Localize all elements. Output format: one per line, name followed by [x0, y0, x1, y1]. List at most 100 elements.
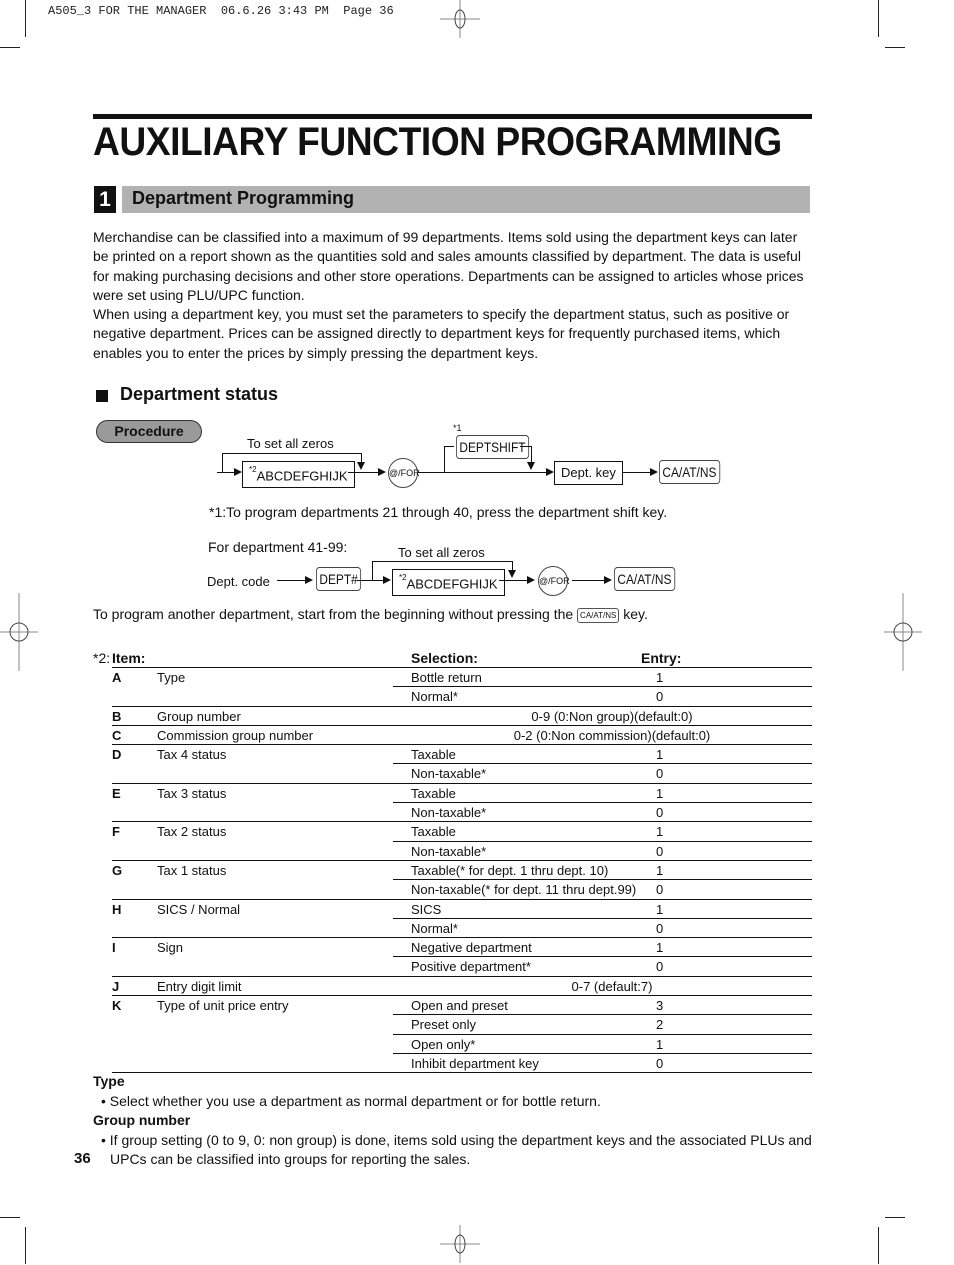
selection-cell: Taxable	[411, 824, 456, 840]
entry-cell: 0	[656, 766, 664, 782]
arrow-icon	[357, 462, 365, 470]
header-item: Item:	[112, 650, 146, 666]
table-group: C Commission group number 0-2 (0:Non commi…	[112, 726, 812, 746]
flow-line	[217, 472, 234, 473]
intro-paragraph: When using a department key, you must se…	[93, 306, 790, 361]
arrow-icon	[527, 576, 535, 584]
intro-text: Merchandise can be classified into a max…	[93, 228, 813, 363]
entry-cell: 0	[656, 805, 664, 821]
flow-line	[444, 446, 445, 473]
entry-cell: 0	[656, 920, 664, 936]
footnote-ref: *1	[453, 423, 462, 433]
entry-cell: 1	[656, 940, 664, 956]
item-letter: E	[112, 785, 121, 801]
arrow-icon	[305, 576, 313, 584]
title-rule	[93, 114, 812, 119]
parameters-box: *2ABCDEFGHIJK	[242, 461, 355, 489]
parameters-box: *2ABCDEFGHIJK	[392, 569, 505, 597]
flow-line	[622, 472, 650, 473]
registration-mark-icon	[440, 1225, 480, 1263]
table-group: G Tax 1 status Taxable(* for dept. 1 thru …	[112, 861, 812, 900]
selection-cell: Bottle return	[411, 670, 482, 685]
zeros-label: To set all zeros	[247, 436, 334, 451]
selection-cell: SICS	[411, 901, 442, 917]
entry-range-cell: 0-2 (0:Non commission)(default:0)	[513, 727, 711, 743]
selection-cell: Taxable(* for dept. 1 thru dept. 10)	[411, 862, 609, 878]
diagram2-heading: For department 41-99:	[208, 539, 348, 555]
entry-cell: 0	[656, 882, 664, 898]
table-group: D Tax 4 status Taxable 1 Non-taxable* 0	[112, 745, 812, 784]
dept-number-key: DEPT#	[316, 567, 362, 591]
repeat-note: To program another department, start fro…	[93, 606, 648, 623]
zeros-label: To set all zeros	[398, 545, 485, 560]
flow-line	[222, 453, 223, 473]
arrow-icon	[650, 468, 658, 476]
flow-line	[372, 561, 373, 581]
table-row: Non-taxable* 0	[393, 764, 812, 782]
arrow-icon	[508, 570, 516, 578]
page-number: 36	[74, 1150, 91, 1167]
table-row: Positive department* 0	[393, 957, 812, 975]
note-heading: Type	[93, 1073, 125, 1089]
registration-mark-icon	[884, 593, 922, 671]
entry-cell: 2	[656, 1017, 664, 1033]
arrow-icon	[383, 576, 391, 584]
section-title: Department Programming	[132, 188, 355, 208]
item-name: SICS / Normal	[157, 901, 241, 917]
table-row: 0-7 (default:7)	[112, 977, 812, 995]
table-row: 0-9 (0:Non group)(default:0)	[112, 707, 812, 725]
ca-at-ns-key-inline: CA/AT/NS	[577, 607, 620, 623]
flow-line	[372, 561, 513, 562]
flow-line	[572, 580, 604, 581]
item-letter: A	[112, 670, 122, 685]
entry-cell: 0	[656, 689, 664, 705]
section-number: 1	[94, 186, 116, 213]
page-title: AUXILIARY FUNCTION PROGRAMMING	[93, 120, 782, 164]
entry-range-cell: 0-7 (default:7)	[571, 978, 653, 994]
entry-cell: 1	[656, 862, 664, 878]
item-name: Type	[157, 670, 186, 685]
entry-cell: 1	[656, 747, 664, 763]
selection-cell: Normal*	[411, 689, 458, 705]
flow-line	[348, 472, 378, 473]
table-group: J Entry digit limit 0-7 (default:7)	[112, 977, 812, 997]
selection-cell: Non-taxable*	[411, 766, 487, 782]
table-row: Inhibit department key 0	[393, 1054, 812, 1072]
crop-mark	[25, 1227, 26, 1264]
selection-cell: Non-taxable(* for dept. 11 thru dept.99)	[411, 882, 637, 898]
table-group: A Type Bottle return 1 Normal* 0	[112, 668, 812, 707]
entry-cell: 1	[656, 670, 664, 685]
selection-cell: Normal*	[411, 920, 458, 936]
note-heading: Group number	[93, 1112, 191, 1128]
table-group: E Tax 3 status Taxable 1 Non-taxable* 0	[112, 784, 812, 823]
entry-cell: 1	[656, 901, 664, 917]
crop-mark	[878, 1227, 879, 1264]
selection-cell: Taxable	[411, 747, 456, 763]
table-row: Bottle return 1	[393, 668, 812, 688]
ca-at-ns-key: CA/AT/NS	[614, 567, 675, 591]
item-name: Sign	[157, 940, 184, 956]
table-row: Taxable 1	[393, 745, 812, 765]
flow-line	[222, 453, 362, 454]
item-letter: F	[112, 824, 120, 840]
entry-cell: 0	[656, 1055, 664, 1071]
table-body: A Type Bottle return 1 Normal* 0 B Group number…	[93, 668, 812, 1074]
department-status-table: *2: Item: Selection: Entry: A Type Bottle …	[93, 650, 812, 1074]
square-bullet-icon	[96, 390, 108, 402]
flow-line	[357, 580, 383, 581]
selection-cell: Inhibit department key	[411, 1055, 539, 1071]
footnote-ref: *2	[249, 465, 257, 474]
entry-cell: 1	[656, 824, 664, 840]
table-group: I Sign Negative department 1 Positive depart…	[112, 938, 812, 977]
crop-mark	[878, 0, 879, 37]
table-row: Negative department 1	[393, 938, 812, 958]
selection-cell: Non-taxable*	[411, 843, 487, 859]
footnote-ref: *2	[399, 573, 407, 582]
entry-cell: 1	[656, 1036, 664, 1052]
table-row: Open only* 1	[393, 1035, 812, 1054]
registration-mark-icon	[440, 0, 480, 38]
note-text: Select whether you use a department as n…	[109, 1092, 601, 1109]
selection-cell: Open only*	[411, 1036, 476, 1052]
item-letter: H	[112, 901, 122, 917]
arrow-icon	[378, 468, 386, 476]
